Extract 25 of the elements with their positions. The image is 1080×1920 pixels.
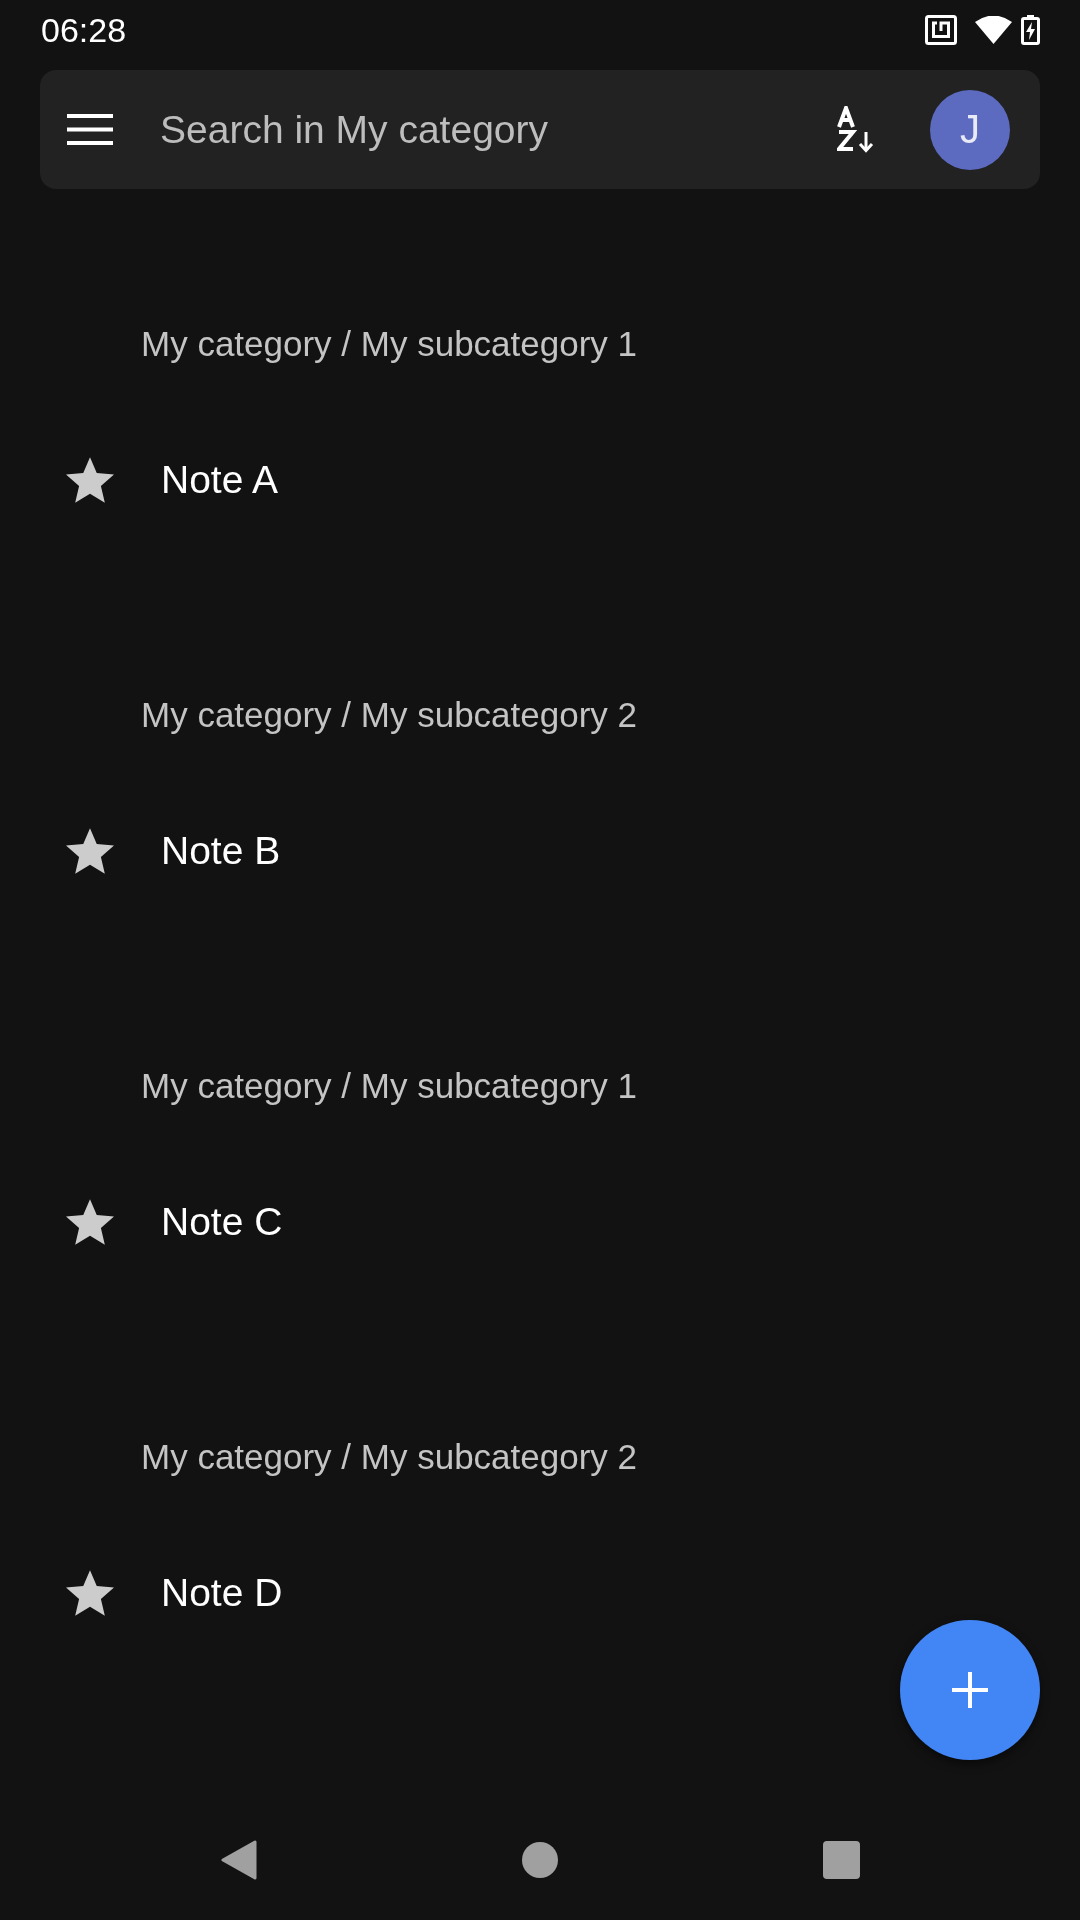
note-title[interactable]: Note C — [161, 1198, 283, 1246]
note-title[interactable]: Note D — [161, 1569, 283, 1617]
avatar[interactable]: J — [930, 89, 1010, 170]
search-field[interactable]: Search in My category — [160, 103, 817, 156]
sort-icon[interactable] — [837, 106, 875, 153]
star-icon[interactable] — [66, 457, 114, 503]
nfc-icon — [925, 15, 957, 45]
status-time: 06:28 — [41, 10, 127, 50]
battery-charging-icon — [1021, 15, 1040, 45]
note-title[interactable]: Note A — [161, 456, 279, 504]
category-header: My category / My subcategory 1 — [141, 323, 638, 365]
category-header: My category / My subcategory 2 — [141, 694, 638, 736]
star-icon[interactable] — [66, 1570, 114, 1616]
wifi-icon — [975, 16, 1012, 44]
note-title[interactable]: Note B — [161, 827, 281, 875]
star-icon[interactable] — [66, 1199, 114, 1245]
recents-icon[interactable] — [822, 1841, 860, 1879]
menu-icon[interactable] — [67, 114, 113, 145]
search-bar[interactable]: Search in My category J — [40, 70, 1040, 189]
back-icon[interactable] — [220, 1840, 257, 1880]
star-icon[interactable] — [66, 828, 114, 874]
plus-icon — [952, 1672, 988, 1708]
category-header: My category / My subcategory 1 — [141, 1065, 638, 1107]
category-header: My category / My subcategory 2 — [141, 1436, 638, 1478]
home-icon[interactable] — [521, 1842, 558, 1878]
